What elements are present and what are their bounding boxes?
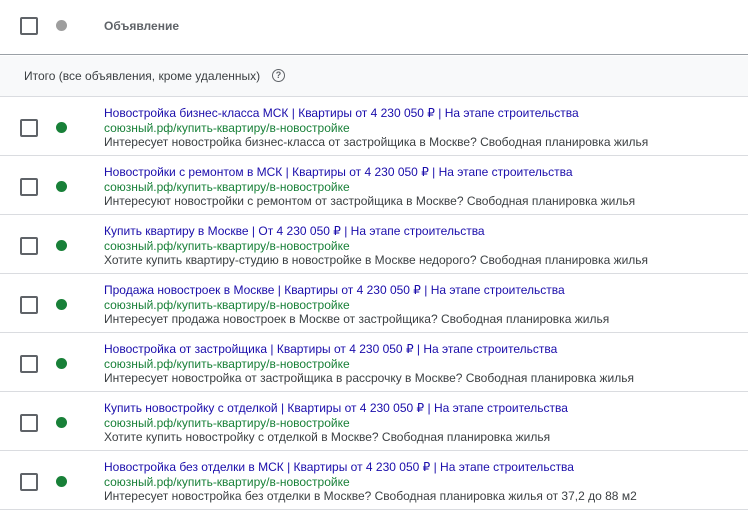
table-row: Новостройка без отделки в МСК | Квартиры…: [0, 451, 748, 510]
table-row: Новостройка от застройщика | Квартиры от…: [0, 333, 748, 392]
status-enabled-icon: [56, 358, 67, 369]
table-row: Новостройки с ремонтом в МСК | Квартиры …: [0, 156, 748, 215]
ad-display-url: союзный.рф/купить-квартиру/в-новостройке: [104, 238, 350, 253]
row-checkbox[interactable]: [20, 355, 38, 373]
ad-preview: Продажа новостроек в Москве | Квартиры о…: [104, 283, 609, 327]
table-row: Купить новостройку с отделкой | Квартиры…: [0, 392, 748, 451]
ad-description: Хотите купить новостройку с отделкой в М…: [104, 430, 551, 444]
ad-preview: Новостройка без отделки в МСК | Квартиры…: [104, 460, 637, 504]
row-checkbox[interactable]: [20, 296, 38, 314]
column-title-ad[interactable]: Объявление: [104, 19, 179, 33]
table-row: Новостройка бизнес-класса МСК | Квартиры…: [0, 97, 748, 156]
ad-description: Интересует новостройка от застройщика в …: [104, 371, 634, 385]
row-checkbox[interactable]: [20, 237, 38, 255]
row-checkbox[interactable]: [20, 178, 38, 196]
table-row: Продажа новостроек в Москве | Квартиры о…: [0, 274, 748, 333]
row-checkbox[interactable]: [20, 119, 38, 137]
ad-headline-link[interactable]: Купить квартиру в Москве | От 4 230 050 …: [104, 224, 648, 239]
ad-display-url: союзный.рф/купить-квартиру/в-новостройке: [104, 120, 350, 135]
row-checkbox[interactable]: [20, 414, 38, 432]
ad-display-url: союзный.рф/купить-квартиру/в-новостройке: [104, 415, 350, 430]
help-icon[interactable]: ?: [272, 69, 285, 82]
ad-preview: Купить новостройку с отделкой | Квартиры…: [104, 401, 568, 445]
row-checkbox[interactable]: [20, 473, 38, 491]
status-enabled-icon: [56, 240, 67, 251]
ad-description: Хотите купить квартиру-студию в новостро…: [104, 253, 649, 267]
ad-description: Интересует новостройка бизнес-класса от …: [104, 135, 649, 149]
ad-preview: Новостройка бизнес-класса МСК | Квартиры…: [104, 106, 648, 150]
ad-headline-link[interactable]: Новостройка без отделки в МСК | Квартиры…: [104, 460, 637, 475]
ad-display-url: союзный.рф/купить-квартиру/в-новостройке: [104, 474, 350, 489]
ad-headline-link[interactable]: Продажа новостроек в Москве | Квартиры о…: [104, 283, 609, 298]
ad-list: Новостройка бизнес-класса МСК | Квартиры…: [0, 97, 748, 510]
ad-display-url: союзный.рф/купить-квартиру/в-новостройке: [104, 179, 350, 194]
ad-preview: Новостройка от застройщика | Квартиры от…: [104, 342, 634, 386]
ad-description: Интересуют новостройки с ремонтом от зас…: [104, 194, 636, 208]
ad-description: Интересует новостройка без отделки в Мос…: [104, 489, 637, 503]
ad-preview: Купить квартиру в Москве | От 4 230 050 …: [104, 224, 648, 268]
ad-headline-link[interactable]: Купить новостройку с отделкой | Квартиры…: [104, 401, 568, 416]
select-all-checkbox[interactable]: [20, 17, 38, 35]
total-row: Итого (все объявления, кроме удаленных): [0, 56, 748, 97]
total-label: Итого (все объявления, кроме удаленных): [24, 69, 261, 83]
status-enabled-icon: [56, 122, 67, 133]
ad-description: Интересует продажа новостроек в Москве о…: [104, 312, 610, 326]
status-enabled-icon: [56, 299, 67, 310]
ad-display-url: союзный.рф/купить-квартиру/в-новостройке: [104, 356, 350, 371]
ad-headline-link[interactable]: Новостройка от застройщика | Квартиры от…: [104, 342, 634, 357]
status-enabled-icon: [56, 417, 67, 428]
table-header: Объявление: [0, 0, 748, 55]
ad-preview: Новостройки с ремонтом в МСК | Квартиры …: [104, 165, 635, 209]
status-enabled-icon: [56, 476, 67, 487]
ad-headline-link[interactable]: Новостройки с ремонтом в МСК | Квартиры …: [104, 165, 635, 180]
table-row: Купить квартиру в Москве | От 4 230 050 …: [0, 215, 748, 274]
status-enabled-icon: [56, 181, 67, 192]
status-column-icon: [56, 20, 67, 31]
ad-headline-link[interactable]: Новостройка бизнес-класса МСК | Квартиры…: [104, 106, 648, 121]
ad-display-url: союзный.рф/купить-квартиру/в-новостройке: [104, 297, 350, 312]
